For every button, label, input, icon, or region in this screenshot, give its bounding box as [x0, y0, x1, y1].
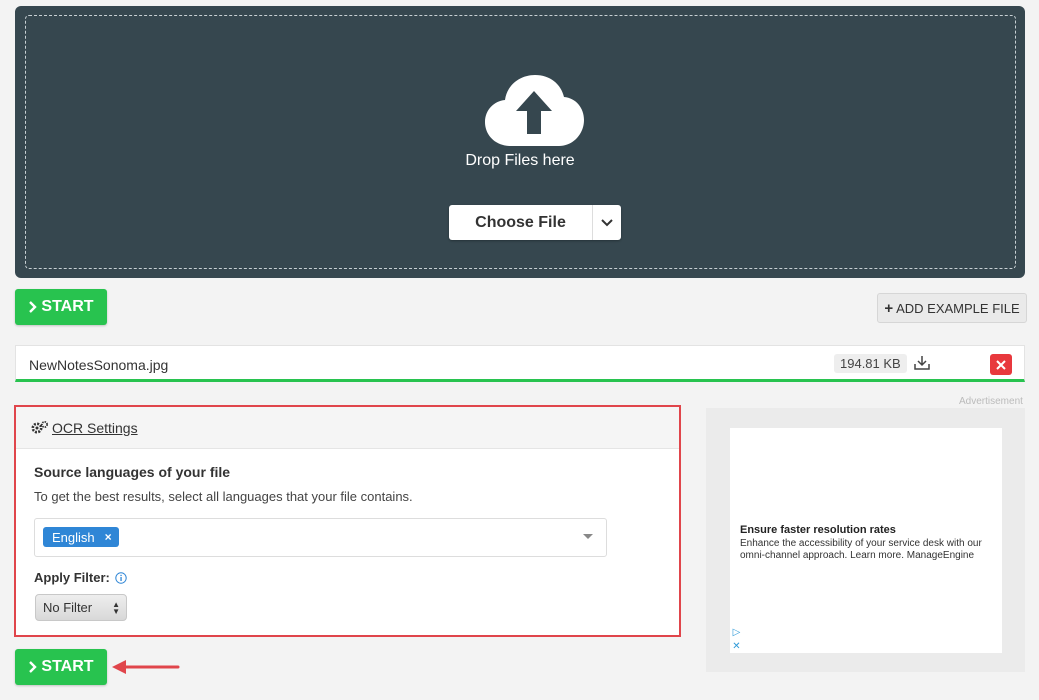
source-languages-label: Source languages of your file	[34, 464, 231, 480]
apply-filter-label-row: Apply Filter:	[34, 570, 127, 585]
ocr-settings-panel: OCR Settings Source languages of your fi…	[14, 405, 681, 637]
cloud-upload-icon	[485, 75, 584, 146]
language-select[interactable]: English ×	[34, 518, 607, 557]
red-arrow-annotation	[112, 660, 180, 674]
ad-card[interactable]: Ensure faster resolution rates Enhance t…	[730, 428, 1002, 653]
remove-tag-icon[interactable]: ×	[105, 530, 112, 544]
language-tag-label: English	[52, 529, 95, 545]
ad-headline: Ensure faster resolution rates	[740, 524, 896, 536]
chevron-down-icon	[601, 218, 613, 226]
select-updown-icon: ▲ ▼	[112, 600, 120, 616]
ocr-settings-header[interactable]: OCR Settings	[16, 407, 679, 449]
delete-file-button[interactable]	[990, 354, 1012, 375]
apply-filter-label: Apply Filter:	[34, 570, 110, 585]
caret-down-icon	[583, 534, 593, 539]
filter-select-value: No Filter	[43, 600, 93, 615]
add-example-file-button[interactable]: + ADD EXAMPLE FILE	[877, 293, 1027, 323]
close-icon	[996, 359, 1006, 370]
chevron-right-icon	[29, 661, 38, 673]
gears-icon	[31, 421, 48, 434]
info-icon[interactable]	[115, 571, 127, 584]
ocr-settings-title: OCR Settings	[52, 419, 138, 436]
choose-file-dropdown-button[interactable]	[593, 205, 621, 240]
chevron-right-icon	[29, 301, 38, 313]
start-label: START	[41, 298, 94, 315]
start-label: START	[41, 658, 94, 675]
file-row: NewNotesSonoma.jpg 194.81 KB	[15, 345, 1025, 382]
advertisement-label: Advertisement	[959, 396, 1023, 407]
filter-select[interactable]: No Filter ▲ ▼	[35, 594, 127, 621]
choose-file-button[interactable]: Choose File	[449, 205, 593, 240]
add-example-label: ADD EXAMPLE FILE	[896, 300, 1020, 316]
ad-close-icon[interactable]: ✕	[730, 640, 743, 653]
language-tag: English ×	[43, 527, 119, 547]
advertisement-box[interactable]: Ensure faster resolution rates Enhance t…	[706, 408, 1025, 672]
plus-icon: +	[884, 299, 894, 317]
choose-file-button-group: Choose File	[449, 205, 621, 240]
file-name: NewNotesSonoma.jpg	[29, 357, 169, 373]
ad-body: Enhance the accessibility of your servic…	[740, 538, 982, 561]
ad-choices-icon[interactable]: ▷	[730, 626, 743, 639]
ad-choices-icons[interactable]: ▷ ✕	[730, 626, 743, 654]
drop-files-text: Drop Files here	[465, 152, 575, 169]
source-languages-hint: To get the best results, select all lang…	[34, 489, 413, 504]
file-size-badge: 194.81 KB	[834, 354, 907, 373]
start-button-bottom[interactable]: START	[15, 649, 107, 685]
download-icon[interactable]	[914, 355, 930, 370]
start-button-top[interactable]: START	[15, 289, 107, 325]
file-dropzone[interactable]: Drop Files here Choose File	[15, 6, 1025, 278]
